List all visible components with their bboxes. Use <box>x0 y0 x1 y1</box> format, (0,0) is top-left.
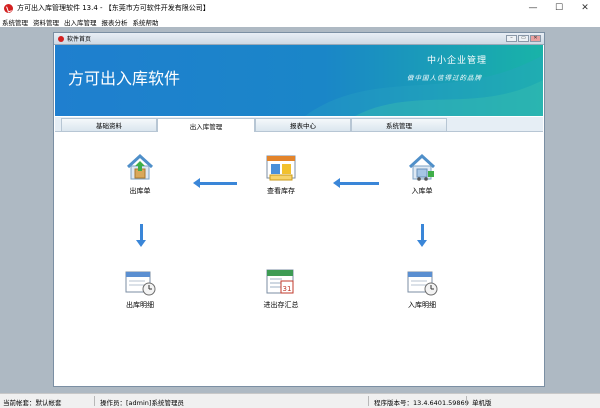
menu-system[interactable]: 系统管理 <box>0 17 30 27</box>
arrow-left-icon <box>333 178 379 188</box>
tab-basic-data[interactable]: 基础资料 <box>61 118 157 131</box>
arrow-down-icon <box>136 224 146 247</box>
app-logo-icon <box>4 3 13 13</box>
status-divider <box>466 396 467 406</box>
arrow-down-icon <box>417 224 427 247</box>
status-account: 当前帐套：默认帐套 <box>3 399 62 407</box>
calendar-clock-icon <box>405 267 439 297</box>
status-operator: 操作员：[admin]系统管理员 <box>100 399 184 407</box>
status-divider <box>94 396 95 406</box>
tab-inout-management[interactable]: 出入库管理 <box>157 118 255 132</box>
child-restore-button[interactable]: ▭ <box>518 35 529 42</box>
child-window-title: 软件首页 <box>67 36 92 43</box>
view-stock-label: 查看库存 <box>267 187 295 195</box>
inout-summary-label: 进出存汇总 <box>263 301 299 309</box>
child-close-button[interactable]: ✕ <box>530 35 541 42</box>
child-logo-icon <box>58 35 64 42</box>
menu-help[interactable]: 系统帮助 <box>131 17 161 27</box>
menu-data[interactable]: 资料管理 <box>31 17 61 27</box>
stock-out-detail-label: 出库明细 <box>126 301 154 309</box>
window-chart-icon <box>264 153 298 183</box>
stock-out-detail-node[interactable]: 出库明细 <box>110 267 170 310</box>
banner-title: 方可出入库软件 <box>68 69 181 88</box>
menu-inout[interactable]: 出入库管理 <box>62 17 99 27</box>
tab-system-management[interactable]: 系统管理 <box>351 118 447 131</box>
status-edition: 单机版 <box>472 399 492 407</box>
stock-out-label: 出库单 <box>129 187 151 195</box>
status-bar: 当前帐套：默认帐套 操作员：[admin]系统管理员 程序版本号：13.4.64… <box>0 393 600 408</box>
status-divider <box>368 396 369 406</box>
house-box-icon <box>123 153 157 183</box>
inout-summary-node[interactable]: 31 进出存汇总 <box>251 267 311 310</box>
view-stock-node[interactable]: 查看库存 <box>251 153 311 196</box>
arrow-left-icon <box>193 178 237 188</box>
flow-content: 出库单 查看库存 入库单 出库明细 31 进出存汇总 入库明细 <box>55 132 543 386</box>
house-cart-icon <box>405 153 439 183</box>
status-version: 程序版本号：13.4.6401.59869 <box>374 399 469 407</box>
window-title: 方可出入库管理软件 13.4 - 【东莞市方可软件开发有限公司】 <box>17 4 210 12</box>
svg-text:31: 31 <box>283 285 292 293</box>
maximize-button[interactable]: ☐ <box>546 0 572 16</box>
child-titlebar: 软件首页 – ▭ ✕ <box>54 33 544 45</box>
stock-in-label: 入库单 <box>411 187 433 195</box>
menu-bar: 系统管理 资料管理 出入库管理 报表分析 系统帮助 <box>0 16 600 27</box>
home-child-window: 软件首页 – ▭ ✕ 方可出入库软件 中小企业管理 做中国人信得过的品牌 基础资… <box>53 32 545 387</box>
banner-right-title: 中小企业管理 <box>427 56 488 66</box>
stock-in-detail-node[interactable]: 入库明细 <box>392 267 452 310</box>
stock-in-node[interactable]: 入库单 <box>392 153 452 196</box>
minimize-button[interactable]: — <box>520 0 546 16</box>
stock-in-detail-label: 入库明细 <box>408 301 436 309</box>
app-titlebar: 方可出入库管理软件 13.4 - 【东莞市方可软件开发有限公司】 — ☐ ✕ <box>0 0 600 16</box>
menu-reports[interactable]: 报表分析 <box>100 17 130 27</box>
tab-strip: 基础资料 出入库管理 报表中心 系统管理 <box>55 117 543 132</box>
calendar-31-icon: 31 <box>264 267 298 297</box>
child-minimize-button[interactable]: – <box>506 35 517 42</box>
close-button[interactable]: ✕ <box>572 0 598 16</box>
app-banner: 方可出入库软件 中小企业管理 做中国人信得过的品牌 <box>55 45 543 116</box>
calendar-clock-icon <box>123 267 157 297</box>
banner-slogan: 做中国人信得过的品牌 <box>407 74 482 82</box>
stock-out-node[interactable]: 出库单 <box>110 153 170 196</box>
tab-report-center[interactable]: 报表中心 <box>255 118 351 131</box>
